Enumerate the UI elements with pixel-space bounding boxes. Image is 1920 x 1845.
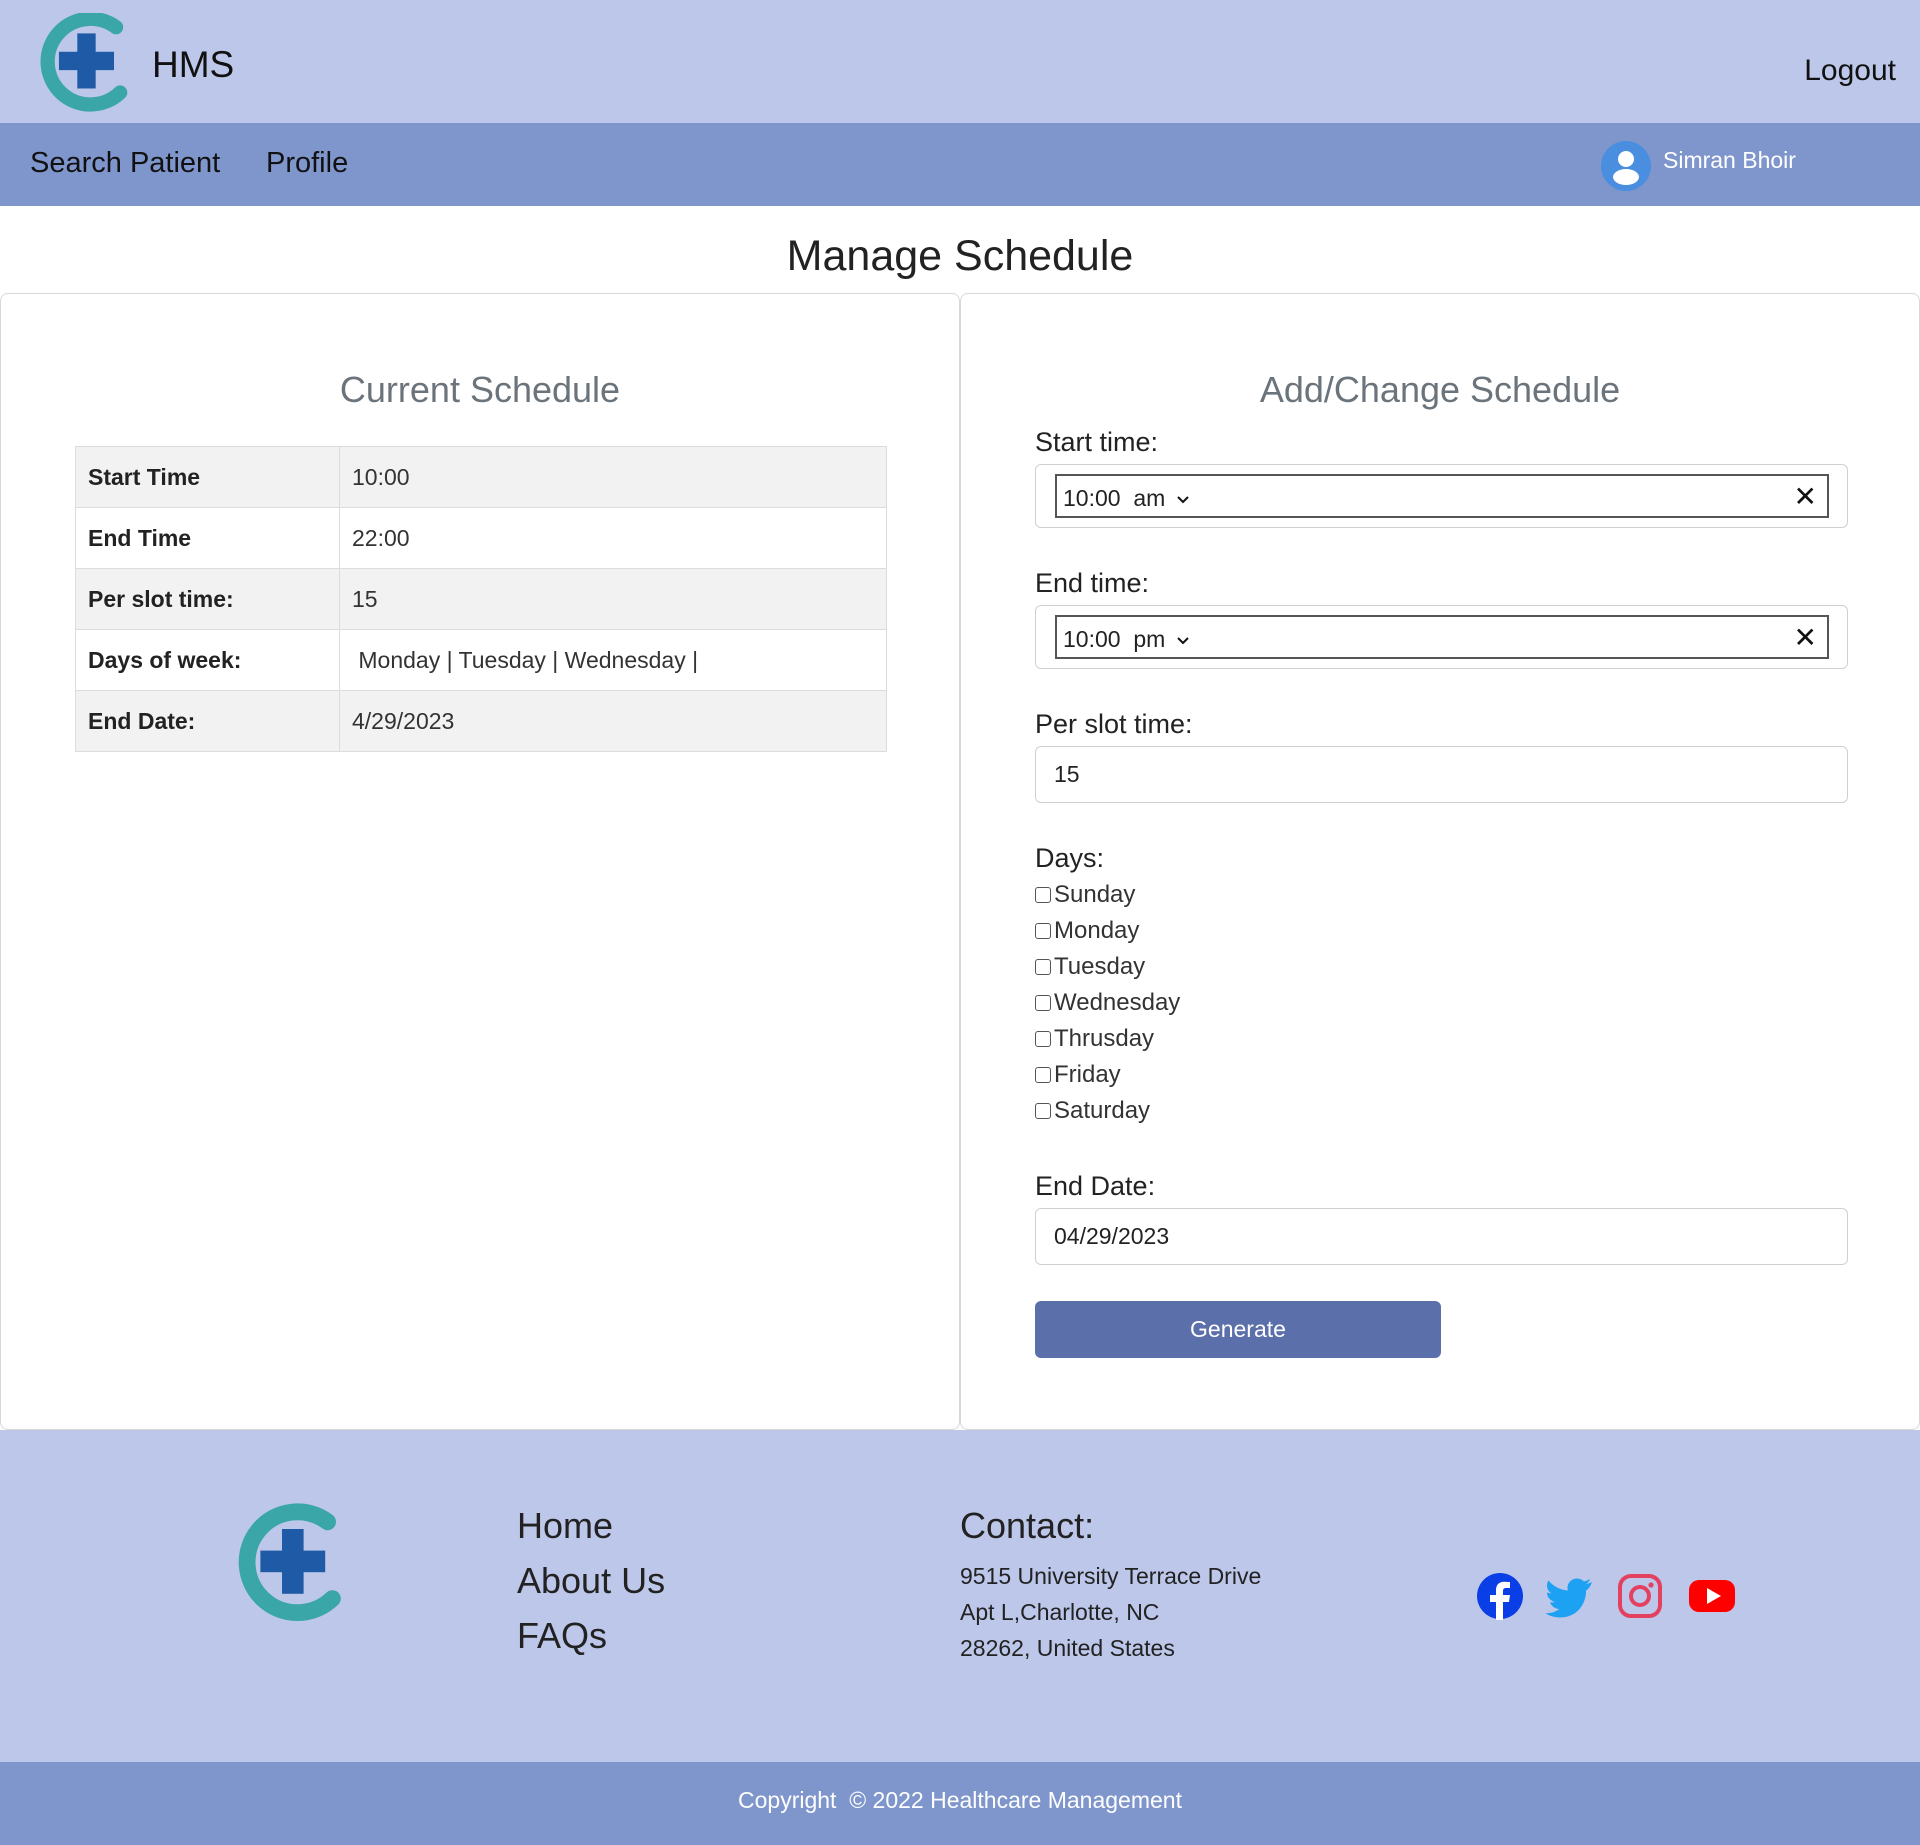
end-time-wrapper: 10:00 pm ✕ bbox=[1035, 605, 1848, 669]
footer-link-home[interactable]: Home bbox=[517, 1505, 613, 1547]
hms-logo-icon[interactable] bbox=[35, 13, 140, 115]
row-label: Per slot time: bbox=[75, 568, 340, 630]
footer-logo-icon bbox=[238, 1503, 341, 1621]
day-option-wednesday[interactable]: Wednesday bbox=[1035, 989, 1180, 1017]
row-value: 10:00 bbox=[339, 446, 887, 508]
checkbox[interactable] bbox=[1035, 923, 1051, 939]
contact-heading: Contact: bbox=[960, 1505, 1095, 1546]
top-header: HMS Logout bbox=[0, 0, 1920, 123]
table-row: Days of week: Monday | Tuesday | Wednesd… bbox=[75, 629, 887, 691]
twitter-icon[interactable] bbox=[1546, 1572, 1594, 1620]
logout-link[interactable]: Logout bbox=[1804, 54, 1896, 88]
chevron-down-icon[interactable] bbox=[1176, 495, 1190, 505]
clear-start-time-icon[interactable]: ✕ bbox=[1794, 480, 1817, 513]
checkbox[interactable] bbox=[1035, 1067, 1051, 1083]
facebook-icon[interactable] bbox=[1476, 1572, 1524, 1620]
end-time-label: End time: bbox=[1035, 568, 1150, 598]
row-label: Days of week: bbox=[75, 629, 340, 691]
clear-end-time-icon[interactable]: ✕ bbox=[1794, 621, 1817, 654]
add-change-schedule-heading: Add/Change Schedule bbox=[1259, 369, 1621, 410]
current-schedule-heading: Current Schedule bbox=[339, 369, 621, 410]
youtube-icon[interactable] bbox=[1688, 1572, 1736, 1620]
checkbox[interactable] bbox=[1035, 887, 1051, 903]
checkbox[interactable] bbox=[1035, 1031, 1051, 1047]
current-schedule-table: Start Time 10:00 End Time 22:00 Per slot… bbox=[75, 446, 887, 752]
instagram-icon[interactable] bbox=[1616, 1572, 1664, 1620]
checkbox[interactable] bbox=[1035, 959, 1051, 975]
checkbox[interactable] bbox=[1035, 995, 1051, 1011]
chevron-down-icon[interactable] bbox=[1176, 636, 1190, 646]
brand-name: HMS bbox=[152, 44, 235, 85]
per-slot-time-input[interactable]: 15 bbox=[1035, 746, 1848, 803]
row-value: Monday | Tuesday | Wednesday | bbox=[339, 629, 887, 691]
footer-link-faqs[interactable]: FAQs bbox=[517, 1615, 607, 1657]
start-time-input[interactable]: 10:00 am ✕ bbox=[1055, 474, 1829, 518]
day-option-tuesday[interactable]: Tuesday bbox=[1035, 953, 1145, 981]
row-value: 4/29/2023 bbox=[339, 690, 887, 752]
add-change-schedule-panel: Add/Change Schedule Start time: 10:00 am… bbox=[960, 293, 1920, 1430]
footer: Home About Us FAQs Contact: 9515 Univers… bbox=[0, 1430, 1920, 1762]
address-line: 9515 University Terrace Drive bbox=[960, 1563, 1262, 1589]
day-option-thursday[interactable]: Thrusday bbox=[1035, 1025, 1154, 1053]
address-line: 28262, United States bbox=[960, 1635, 1175, 1661]
row-value: 22:00 bbox=[339, 507, 887, 569]
table-row: Start Time 10:00 bbox=[75, 446, 887, 508]
day-option-sunday[interactable]: Sunday bbox=[1035, 881, 1135, 909]
per-slot-time-label: Per slot time: bbox=[1035, 709, 1193, 739]
page-title: Manage Schedule bbox=[786, 232, 1134, 280]
end-date-input[interactable]: 04/29/2023 bbox=[1035, 1208, 1848, 1265]
table-row: Per slot time: 15 bbox=[75, 568, 887, 630]
copyright-bar: Copyright © 2022 Healthcare Management bbox=[0, 1762, 1920, 1845]
user-avatar-icon[interactable] bbox=[1600, 140, 1652, 192]
end-date-label: End Date: bbox=[1035, 1171, 1156, 1201]
start-time-wrapper: 10:00 am ✕ bbox=[1035, 464, 1848, 528]
end-time-input[interactable]: 10:00 pm ✕ bbox=[1055, 615, 1829, 659]
user-name: Simran Bhoir bbox=[1663, 147, 1796, 173]
address-line: Apt L,Charlotte, NC bbox=[960, 1599, 1160, 1625]
start-time-label: Start time: bbox=[1035, 427, 1159, 457]
table-row: End Date: 4/29/2023 bbox=[75, 690, 887, 752]
day-option-monday[interactable]: Monday bbox=[1035, 917, 1139, 945]
copyright-text: Copyright © 2022 Healthcare Management bbox=[738, 1787, 1182, 1813]
day-option-saturday[interactable]: Saturday bbox=[1035, 1097, 1150, 1125]
end-time-ampm[interactable]: pm bbox=[1133, 626, 1165, 652]
checkbox[interactable] bbox=[1035, 1103, 1051, 1119]
row-label: End Time bbox=[75, 507, 340, 569]
row-label: End Date: bbox=[75, 690, 340, 752]
start-time-value: 10:00 am bbox=[1063, 485, 1190, 512]
footer-link-about-us[interactable]: About Us bbox=[517, 1560, 665, 1602]
nav-item-search-patient[interactable]: Search Patient bbox=[30, 147, 220, 180]
nav-item-profile[interactable]: Profile bbox=[266, 147, 348, 180]
end-time-value: 10:00 pm bbox=[1063, 626, 1190, 653]
row-label: Start Time bbox=[75, 446, 340, 508]
day-option-friday[interactable]: Friday bbox=[1035, 1061, 1121, 1089]
row-value: 15 bbox=[339, 568, 887, 630]
generate-button[interactable]: Generate bbox=[1035, 1301, 1441, 1358]
table-row: End Time 22:00 bbox=[75, 507, 887, 569]
start-time-ampm[interactable]: am bbox=[1133, 485, 1165, 511]
days-label: Days: bbox=[1035, 843, 1105, 873]
current-schedule-panel: Current Schedule Start Time 10:00 End Ti… bbox=[0, 293, 960, 1430]
